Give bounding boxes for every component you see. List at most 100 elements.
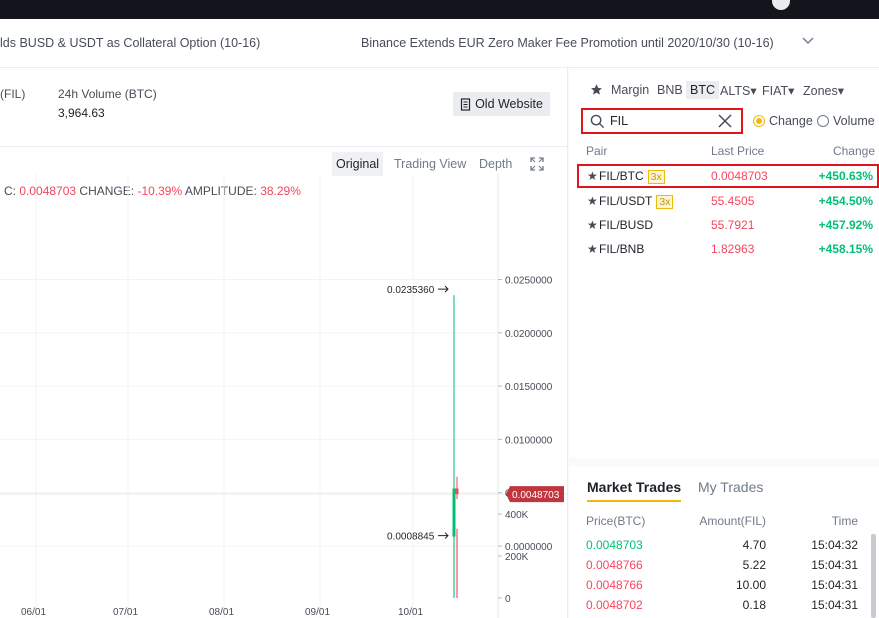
trade-price: 0.0048766 xyxy=(586,578,643,592)
pair-text: FIL/BNB xyxy=(599,242,645,256)
last-price: 1.82963 xyxy=(711,242,755,256)
top-navigation-bar xyxy=(0,0,879,19)
filter-bnb[interactable]: BNB xyxy=(657,83,683,97)
radio-change-dot xyxy=(753,115,765,127)
low-annotation: 0.0008845 xyxy=(387,532,435,543)
high-annotation: 0.0235360 xyxy=(387,285,435,296)
fullscreen-icon[interactable] xyxy=(530,157,544,171)
trade-time: 15:04:31 xyxy=(811,558,858,572)
trade-row: 0.0048766 5.22 15:04:31 xyxy=(569,558,879,578)
market-row[interactable]: ★ FIL/BTC 3x 0.0048703 +450.63% xyxy=(577,164,879,188)
radio-volume-dot xyxy=(817,115,829,127)
tab-market-trades[interactable]: Market Trades xyxy=(587,479,682,502)
header-last-price[interactable]: Last Price xyxy=(711,144,764,158)
volume-tick-label: 0 xyxy=(505,594,511,605)
market-row[interactable]: ★ FIL/BNB 1.82963 +458.15% xyxy=(577,237,879,261)
trade-time: 15:04:31 xyxy=(811,578,858,592)
candlestick-chart[interactable]: 0.0250000 0.0200000 0.0150000 0.0100000 0.00… xyxy=(0,174,567,618)
trade-price: 0.0048702 xyxy=(586,598,643,612)
pair-name: FIL/BUSD xyxy=(599,218,653,232)
market-row[interactable]: ★ FIL/BUSD 55.7921 +457.92% xyxy=(577,213,879,237)
pair-text: FIL/BTC xyxy=(599,169,644,183)
trade-time: 15:04:31 xyxy=(811,598,858,612)
price-tick-label: 0.0250000 xyxy=(505,276,553,287)
low-arrow xyxy=(438,532,449,539)
market-row[interactable]: ★ FIL/USDT 3x 55.4505 +454.50% xyxy=(577,189,879,213)
filter-margin[interactable]: Margin xyxy=(611,83,649,97)
trade-amount: 5.22 xyxy=(742,558,766,572)
search-input[interactable]: FIL xyxy=(581,108,743,134)
market-panel: Margin BNB BTC ALTS▾ FIAT▾ Zones▾ FIL Ch… xyxy=(569,68,879,618)
change-percent: +454.50% xyxy=(818,194,873,208)
chart-tabs: Original Trading View Depth xyxy=(0,146,567,176)
user-avatar-icon[interactable] xyxy=(772,0,790,10)
x-tick-label: 06/01 xyxy=(21,607,46,618)
trades-tabs: Market Trades My Trades xyxy=(569,466,879,506)
star-icon[interactable]: ★ xyxy=(587,169,598,183)
radio-volume-label: Volume xyxy=(833,114,875,128)
last-price: 55.4505 xyxy=(711,194,755,208)
x-tick-label: 09/01 xyxy=(305,607,330,618)
pair-name: FIL/BNB xyxy=(599,242,644,256)
trade-row: 0.0048766 10.00 15:04:31 xyxy=(569,578,879,598)
trades-header-time: Time xyxy=(831,514,858,528)
old-website-label: Old Website xyxy=(475,97,543,111)
header-pair[interactable]: Pair xyxy=(586,144,607,158)
chevron-down-icon[interactable] xyxy=(801,33,815,47)
header-change[interactable]: Change xyxy=(833,144,875,158)
volume-tick-label: 200K xyxy=(505,552,529,563)
filter-zones[interactable]: Zones▾ xyxy=(803,83,844,98)
price-tick-label: 0.0200000 xyxy=(505,329,553,340)
pair-name: FIL/BTC 3x xyxy=(599,169,665,184)
last-price: 0.0048703 xyxy=(711,169,768,183)
trade-row: 0.0048703 4.70 15:04:32 xyxy=(569,538,879,558)
high-arrow xyxy=(438,285,449,293)
volume-bar xyxy=(453,520,455,598)
radio-change-label: Change xyxy=(769,114,813,128)
star-icon[interactable]: ★ xyxy=(587,218,598,232)
trade-time: 15:04:32 xyxy=(811,538,858,552)
price-tick-label: 0.0150000 xyxy=(505,382,553,393)
close-icon[interactable] xyxy=(717,113,733,129)
trade-amount: 4.70 xyxy=(742,538,766,552)
trades-header-amount: Amount(FIL) xyxy=(699,514,766,528)
old-website-button[interactable]: Old Website xyxy=(453,92,550,116)
favorites-star-icon[interactable] xyxy=(590,83,603,96)
filter-fiat[interactable]: FIAT▾ xyxy=(762,83,794,98)
candle-body xyxy=(455,488,459,495)
tab-depth[interactable]: Depth xyxy=(475,152,516,176)
radio-change[interactable]: Change xyxy=(753,114,813,128)
x-tick-label: 07/01 xyxy=(113,607,138,618)
filter-alts[interactable]: ALTS▾ xyxy=(720,83,757,98)
star-icon[interactable]: ★ xyxy=(587,242,598,256)
pair-text: FIL/USDT xyxy=(599,194,653,208)
change-percent: +458.15% xyxy=(818,242,873,256)
price-tick-label: 0.0100000 xyxy=(505,435,553,446)
search-icon xyxy=(590,114,605,129)
volume-label: 24h Volume (BTC) xyxy=(58,87,157,101)
star-icon[interactable]: ★ xyxy=(587,194,598,208)
pair-text: FIL/BUSD xyxy=(599,218,654,232)
trades-scrollbar[interactable] xyxy=(871,534,876,618)
change-percent: +457.92% xyxy=(818,218,873,232)
x-tick-label: 08/01 xyxy=(209,607,234,618)
pair-label: (FIL) xyxy=(0,87,26,101)
tab-trading-view[interactable]: Trading View xyxy=(390,152,470,176)
filter-btc[interactable]: BTC xyxy=(686,81,719,99)
volume-bar xyxy=(456,528,458,598)
tab-original[interactable]: Original xyxy=(332,152,384,176)
leverage-badge: 3x xyxy=(656,195,674,209)
trade-amount: 0.18 xyxy=(742,598,766,612)
announcement-right[interactable]: Binance Extends EUR Zero Maker Fee Promo… xyxy=(361,36,774,50)
tab-my-trades[interactable]: My Trades xyxy=(698,479,763,495)
trade-price: 0.0048703 xyxy=(586,538,643,552)
panel-separator xyxy=(569,458,879,466)
chart-panel: (FIL) 24h Volume (BTC) 3,964.63 Old Webs… xyxy=(0,68,568,618)
announcement-left[interactable]: lds BUSD & USDT as Collateral Option (10… xyxy=(0,36,260,50)
market-filters: Margin BNB BTC ALTS▾ FIAT▾ Zones▾ xyxy=(569,68,879,108)
trades-header-price: Price(BTC) xyxy=(586,514,646,528)
radio-volume[interactable]: Volume xyxy=(817,114,875,128)
volume-value: 3,964.63 xyxy=(58,106,105,120)
x-tick-label: 10/01 xyxy=(398,607,423,618)
search-value: FIL xyxy=(610,114,629,128)
